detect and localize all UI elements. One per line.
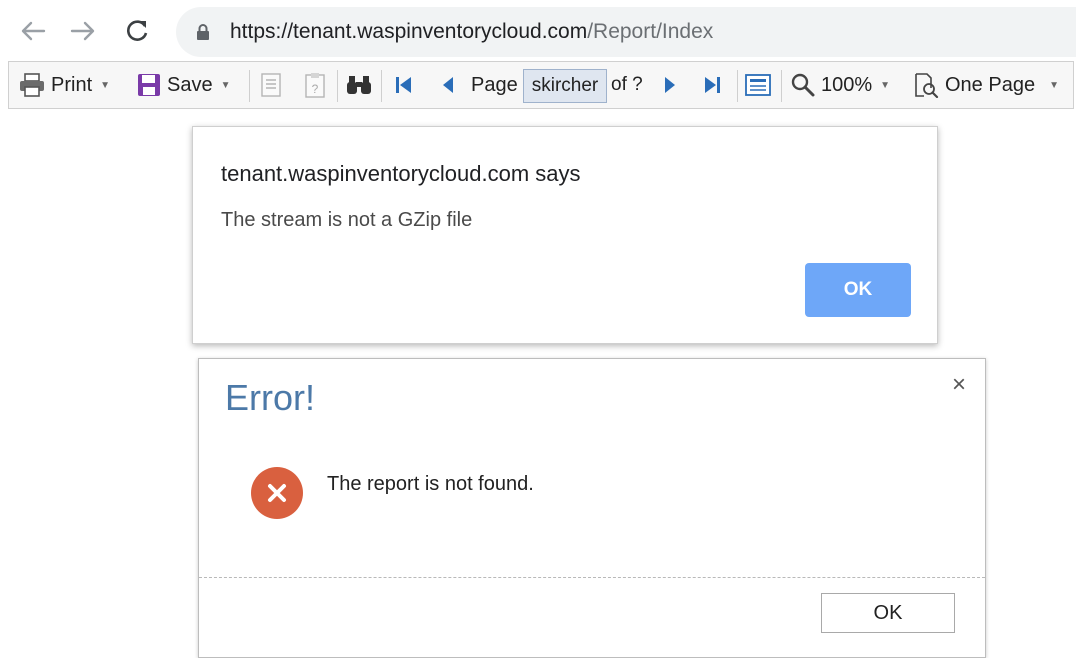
back-arrow-icon[interactable] bbox=[16, 14, 50, 48]
zoom-label: 100% bbox=[821, 73, 873, 96]
view-label: One Page bbox=[945, 73, 1036, 96]
last-page-button[interactable] bbox=[703, 62, 721, 108]
previous-page-icon bbox=[443, 77, 453, 93]
report-toolbar: Print ▼ Save ▼ ? Page skircher of ? 100%… bbox=[8, 61, 1074, 109]
next-page-button[interactable] bbox=[663, 62, 677, 108]
error-modal: Error! × The report is not found. OK bbox=[198, 358, 986, 658]
toolbar-divider bbox=[781, 70, 782, 102]
page-magnifier-icon bbox=[915, 73, 939, 98]
next-page-icon bbox=[665, 77, 675, 93]
toolbar-divider bbox=[249, 70, 250, 102]
close-icon[interactable]: × bbox=[947, 371, 971, 401]
last-page-icon bbox=[705, 77, 720, 93]
modal-divider bbox=[199, 577, 985, 578]
print-label: Print bbox=[51, 73, 93, 96]
zoom-icon bbox=[791, 73, 815, 97]
page-label-text: Page bbox=[471, 73, 518, 96]
zoom-dropdown-icon: ▼ bbox=[880, 79, 891, 91]
alert-ok-button[interactable]: OK bbox=[805, 263, 911, 317]
parameters-button[interactable]: ? bbox=[305, 62, 325, 108]
browser-navbar: https://tenant.waspinventorycloud.com/Re… bbox=[0, 0, 1076, 60]
page-number-input[interactable]: skircher bbox=[523, 69, 607, 103]
document-list-icon bbox=[261, 73, 281, 97]
reload-icon[interactable] bbox=[120, 14, 154, 48]
view-dropdown-icon: ▼ bbox=[1049, 79, 1059, 91]
first-page-icon bbox=[396, 77, 411, 93]
find-button[interactable] bbox=[345, 62, 373, 108]
address-bar[interactable]: https://tenant.waspinventorycloud.com/Re… bbox=[176, 7, 1076, 57]
forward-arrow-icon[interactable] bbox=[66, 14, 100, 48]
error-ok-button[interactable]: OK bbox=[821, 593, 955, 633]
page-count-text: of ? bbox=[611, 74, 643, 95]
url-host: https://tenant.waspinventorycloud.com bbox=[230, 20, 588, 43]
url-path: /Report/Index bbox=[587, 20, 714, 43]
view-dropdown[interactable]: One Page ▼ bbox=[913, 62, 1059, 108]
clipboard-question-icon: ? bbox=[305, 73, 325, 98]
url-text: https://tenant.waspinventorycloud.com/Re… bbox=[230, 19, 713, 45]
alert-title: tenant.waspinventorycloud.com says bbox=[221, 161, 581, 186]
error-icon bbox=[251, 467, 303, 519]
print-dropdown-icon[interactable]: ▼ bbox=[100, 80, 110, 91]
zoom-dropdown[interactable]: 100% ▼ bbox=[791, 62, 890, 108]
toolbar-divider bbox=[381, 70, 382, 102]
page-view-icon bbox=[745, 74, 771, 96]
floppy-disk-icon bbox=[138, 74, 160, 96]
first-page-button[interactable] bbox=[395, 62, 413, 108]
toolbar-divider bbox=[337, 70, 338, 102]
alert-message: The stream is not a GZip file bbox=[221, 209, 473, 231]
binoculars-icon bbox=[347, 76, 371, 94]
browser-alert-dialog: tenant.waspinventorycloud.com says The s… bbox=[192, 126, 938, 344]
page-count-label: of ? bbox=[611, 62, 643, 108]
document-map-button[interactable] bbox=[261, 62, 281, 108]
previous-page-button[interactable] bbox=[441, 62, 455, 108]
printer-icon bbox=[20, 73, 44, 97]
error-modal-title: Error! bbox=[225, 377, 315, 418]
svg-text:?: ? bbox=[312, 82, 319, 96]
page-label: Page bbox=[471, 62, 518, 108]
toolbar-divider bbox=[737, 70, 738, 102]
save-label: Save bbox=[167, 73, 213, 96]
lock-icon bbox=[196, 23, 210, 46]
view-mode-button[interactable] bbox=[745, 62, 771, 108]
save-button[interactable]: Save ▼ bbox=[137, 62, 231, 108]
error-message: The report is not found. bbox=[327, 473, 534, 495]
print-button[interactable]: Print ▼ bbox=[19, 62, 110, 108]
save-dropdown-icon[interactable]: ▼ bbox=[221, 80, 231, 91]
